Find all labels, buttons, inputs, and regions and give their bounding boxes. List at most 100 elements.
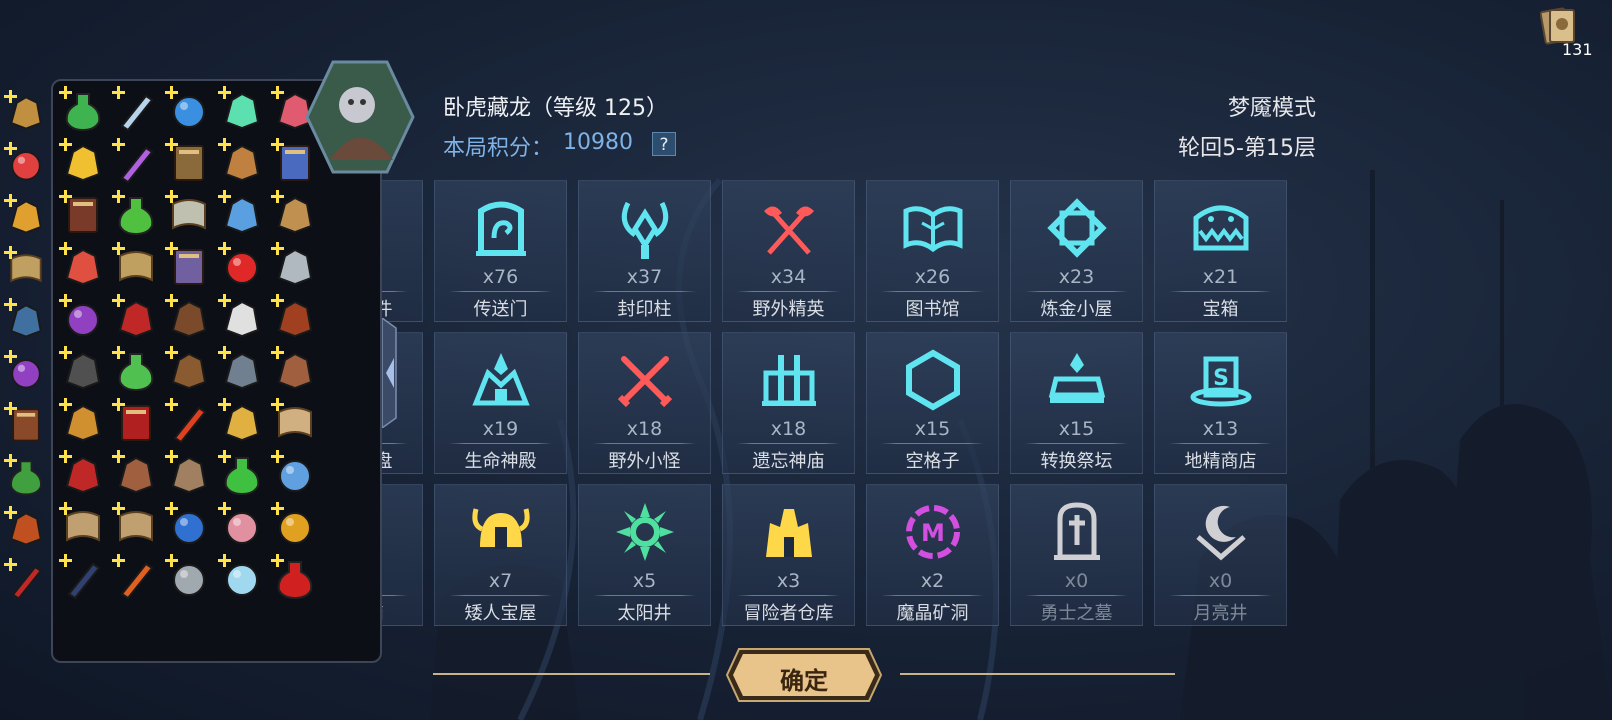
egg-icon[interactable] bbox=[165, 86, 213, 134]
mushroom-icon[interactable] bbox=[59, 242, 107, 290]
green-potion-icon[interactable] bbox=[218, 450, 266, 498]
rolled-scroll-icon[interactable] bbox=[59, 502, 107, 550]
event-tile[interactable]: x26 图书馆 bbox=[866, 180, 999, 322]
help-button[interactable]: ? bbox=[652, 132, 676, 156]
level-title: 卧虎藏龙（等级 125） bbox=[443, 96, 668, 121]
event-tile[interactable]: Mx2 魔晶矿洞 bbox=[866, 484, 999, 626]
gold-bar-icon[interactable] bbox=[59, 138, 107, 186]
plus-icon bbox=[112, 294, 125, 307]
grapes-icon[interactable] bbox=[59, 294, 107, 342]
card-counter[interactable]: 131 bbox=[1540, 6, 1593, 59]
plus-icon bbox=[218, 502, 231, 515]
statue-icon[interactable] bbox=[112, 346, 160, 394]
sack-icon[interactable] bbox=[112, 502, 160, 550]
treasure-chest-icon[interactable] bbox=[218, 190, 266, 238]
plus-icon bbox=[271, 86, 284, 99]
blue-stone-icon[interactable] bbox=[165, 502, 213, 550]
plus-icon bbox=[165, 346, 178, 359]
event-tile[interactable]: x18 遗忘神庙 bbox=[722, 332, 855, 474]
dragon-head-icon[interactable] bbox=[112, 294, 160, 342]
plus-icon bbox=[4, 558, 17, 571]
sealed-scroll-icon[interactable] bbox=[271, 398, 319, 446]
ruby-icon[interactable] bbox=[4, 142, 48, 186]
event-tile[interactable]: x37 封印柱 bbox=[578, 180, 711, 322]
scroll-case-icon[interactable] bbox=[165, 138, 213, 186]
monkey-icon[interactable] bbox=[165, 450, 213, 498]
apple-icon[interactable] bbox=[218, 242, 266, 290]
parchment-icon[interactable] bbox=[4, 246, 48, 290]
cloak-icon[interactable] bbox=[271, 294, 319, 342]
feather-icon[interactable] bbox=[165, 398, 213, 446]
tome-icon[interactable] bbox=[165, 242, 213, 290]
ice-gem-icon[interactable] bbox=[271, 450, 319, 498]
plus-icon bbox=[59, 346, 72, 359]
starfish-icon[interactable] bbox=[4, 194, 48, 238]
event-name: 月亮井 bbox=[1193, 603, 1248, 624]
claw-icon[interactable] bbox=[59, 450, 107, 498]
red-book-icon[interactable] bbox=[112, 398, 160, 446]
spiked-collar-icon[interactable] bbox=[59, 346, 107, 394]
event-tile[interactable]: x15 转换祭坛 bbox=[1010, 332, 1143, 474]
event-tile[interactable]: x76 传送门 bbox=[434, 180, 567, 322]
event-tile[interactable]: x7 矮人宝屋 bbox=[434, 484, 567, 626]
plus-icon bbox=[112, 138, 125, 151]
map-icon[interactable] bbox=[112, 242, 160, 290]
barrel-icon[interactable] bbox=[165, 346, 213, 394]
hourglass-icon[interactable] bbox=[4, 298, 48, 342]
collapse-panel-button[interactable] bbox=[382, 318, 404, 428]
stone-tablet-icon[interactable] bbox=[165, 554, 213, 602]
plus-icon bbox=[218, 346, 231, 359]
plus-icon bbox=[59, 450, 72, 463]
mask-icon[interactable] bbox=[218, 86, 266, 134]
event-tile[interactable]: x0 月亮井 bbox=[1154, 484, 1287, 626]
event-tile[interactable]: x19 生命神殿 bbox=[434, 332, 567, 474]
ledger-icon[interactable] bbox=[4, 402, 48, 446]
dagger-icon[interactable] bbox=[59, 554, 107, 602]
amulet-icon[interactable] bbox=[218, 138, 266, 186]
torch-icon[interactable] bbox=[112, 554, 160, 602]
orb-icon[interactable] bbox=[4, 350, 48, 394]
hero-avatar[interactable] bbox=[305, 60, 415, 175]
left-item-strip bbox=[4, 90, 48, 670]
event-tile[interactable]: x5 太阳井 bbox=[578, 484, 711, 626]
scroll-icon[interactable] bbox=[165, 190, 213, 238]
event-tile[interactable]: x23 炼金小屋 bbox=[1010, 180, 1143, 322]
event-tile[interactable]: x3 冒险者仓库 bbox=[722, 484, 855, 626]
plus-icon bbox=[165, 242, 178, 255]
wings-icon[interactable] bbox=[218, 294, 266, 342]
potion-icon[interactable] bbox=[112, 190, 160, 238]
event-tile[interactable]: x15 空格子 bbox=[866, 332, 999, 474]
plus-icon bbox=[165, 86, 178, 99]
knight-icon[interactable] bbox=[218, 346, 266, 394]
tag-icon[interactable] bbox=[4, 90, 48, 134]
candle-icon[interactable] bbox=[112, 138, 160, 186]
event-name: 魔晶矿洞 bbox=[896, 603, 969, 624]
garlic-icon[interactable] bbox=[218, 502, 266, 550]
event-tile[interactable]: Sx13 地精商店 bbox=[1154, 332, 1287, 474]
beast-icon[interactable] bbox=[112, 450, 160, 498]
horn-icon[interactable] bbox=[112, 86, 160, 134]
pocket-watch-icon[interactable] bbox=[218, 398, 266, 446]
event-tile[interactable]: x21 宝箱 bbox=[1154, 180, 1287, 322]
cauldron-icon[interactable] bbox=[4, 454, 48, 498]
worm-icon[interactable] bbox=[4, 558, 48, 602]
wolf-icon[interactable] bbox=[271, 190, 319, 238]
diamond-icon[interactable] bbox=[218, 554, 266, 602]
event-tile[interactable]: x18 野外小怪 bbox=[578, 332, 711, 474]
event-tile[interactable]: x0 勇士之墓 bbox=[1010, 484, 1143, 626]
confirm-button[interactable]: 确定 bbox=[725, 647, 883, 703]
bagpipe-icon[interactable] bbox=[271, 346, 319, 394]
event-name: 地精商店 bbox=[1184, 451, 1257, 472]
red-potion-icon[interactable] bbox=[271, 554, 319, 602]
pendant-icon[interactable] bbox=[271, 242, 319, 290]
gold-coin-icon[interactable] bbox=[271, 502, 319, 550]
gloves-icon[interactable] bbox=[59, 398, 107, 446]
card-count: 131 bbox=[1562, 40, 1593, 59]
event-tile[interactable]: x34 野外精英 bbox=[722, 180, 855, 322]
book-icon[interactable] bbox=[59, 190, 107, 238]
event-count: x76 bbox=[482, 266, 519, 288]
event-count: x26 bbox=[914, 266, 951, 288]
belt-icon[interactable] bbox=[165, 294, 213, 342]
bowl-icon[interactable] bbox=[59, 86, 107, 134]
horseshoe-icon[interactable] bbox=[4, 506, 48, 550]
